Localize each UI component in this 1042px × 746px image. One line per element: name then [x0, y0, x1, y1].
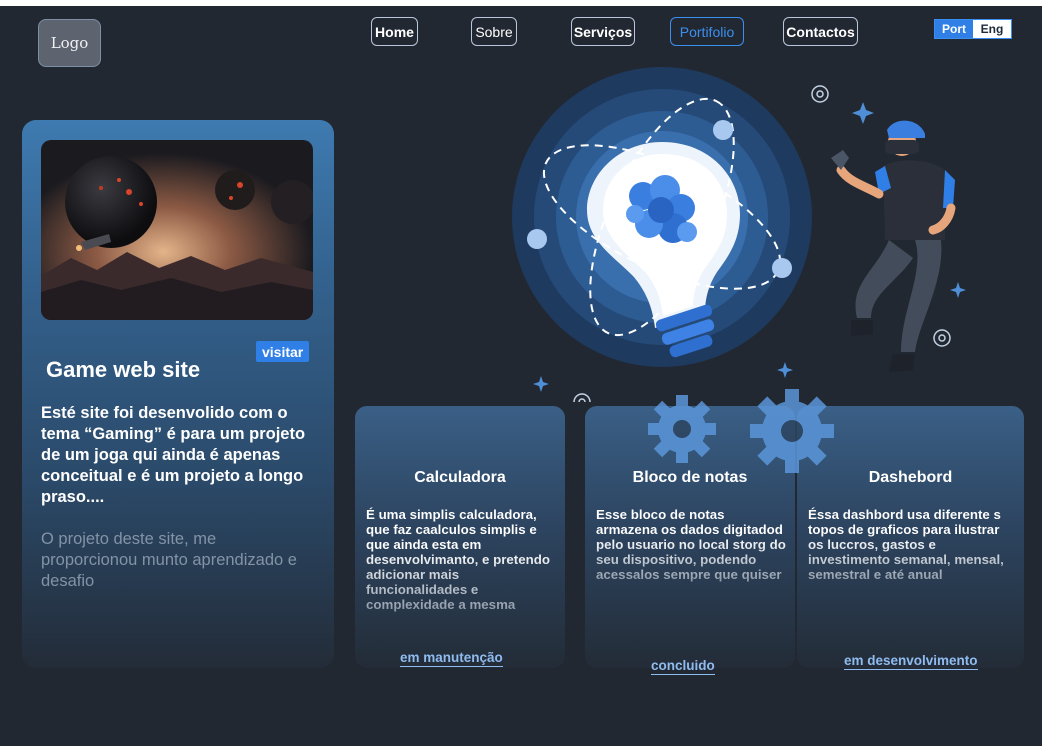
top-strip — [0, 0, 1042, 6]
nav-servicos[interactable]: Serviços — [571, 17, 635, 46]
featured-project-card: visitar Game web site Esté site foi dese… — [22, 120, 334, 668]
lightbulb-illustration — [512, 67, 812, 367]
language-switcher: Port Eng — [934, 19, 1012, 39]
decorative-gears — [648, 389, 834, 473]
sparkle-icon — [533, 376, 549, 392]
sparkle-icon — [852, 102, 874, 124]
featured-note: O projeto deste site, me proporcionou mu… — [41, 530, 297, 590]
gear-icon — [750, 389, 834, 473]
nav-sobre[interactable]: Sobre — [471, 17, 517, 46]
gear-icon — [648, 395, 716, 463]
featured-description: Esté site foi desenvolido com o tema “Ga… — [41, 404, 306, 506]
project-card-calculadora: Calculadora É uma simplis calculadora, q… — [355, 406, 565, 668]
nav-portifolio[interactable]: Portifolio — [670, 17, 744, 46]
project-title: Calculadora — [414, 469, 506, 486]
featured-title: Game web site — [46, 357, 201, 382]
game-site-preview-image — [41, 140, 313, 320]
gear-icon — [811, 85, 829, 103]
gear-icon — [573, 393, 591, 402]
lang-port[interactable]: Port — [935, 20, 973, 38]
project-description: Esse bloco de notas armazena os dados di… — [596, 507, 786, 582]
hero-illustration — [512, 67, 966, 402]
project-description: Éssa dashbord usa diferente s topos de g… — [808, 507, 1008, 582]
visit-button[interactable]: visitar — [256, 341, 310, 362]
project-description: É uma simplis calculadora, que faz caalc… — [366, 507, 556, 612]
sparkle-icon — [950, 282, 966, 298]
project-status-link[interactable]: em manutenção — [400, 650, 503, 667]
nav-home[interactable]: Home — [371, 17, 418, 46]
nav-contactos[interactable]: Contactos — [783, 17, 858, 46]
project-status-link[interactable]: concluido — [651, 658, 715, 675]
lang-eng[interactable]: Eng — [973, 20, 1011, 38]
vr-person-illustration — [831, 120, 956, 372]
sparkle-icon — [777, 362, 793, 378]
gear-icon — [933, 329, 951, 347]
project-status-link[interactable]: em desenvolvimento — [844, 653, 978, 670]
logo[interactable]: Logo — [38, 19, 101, 67]
